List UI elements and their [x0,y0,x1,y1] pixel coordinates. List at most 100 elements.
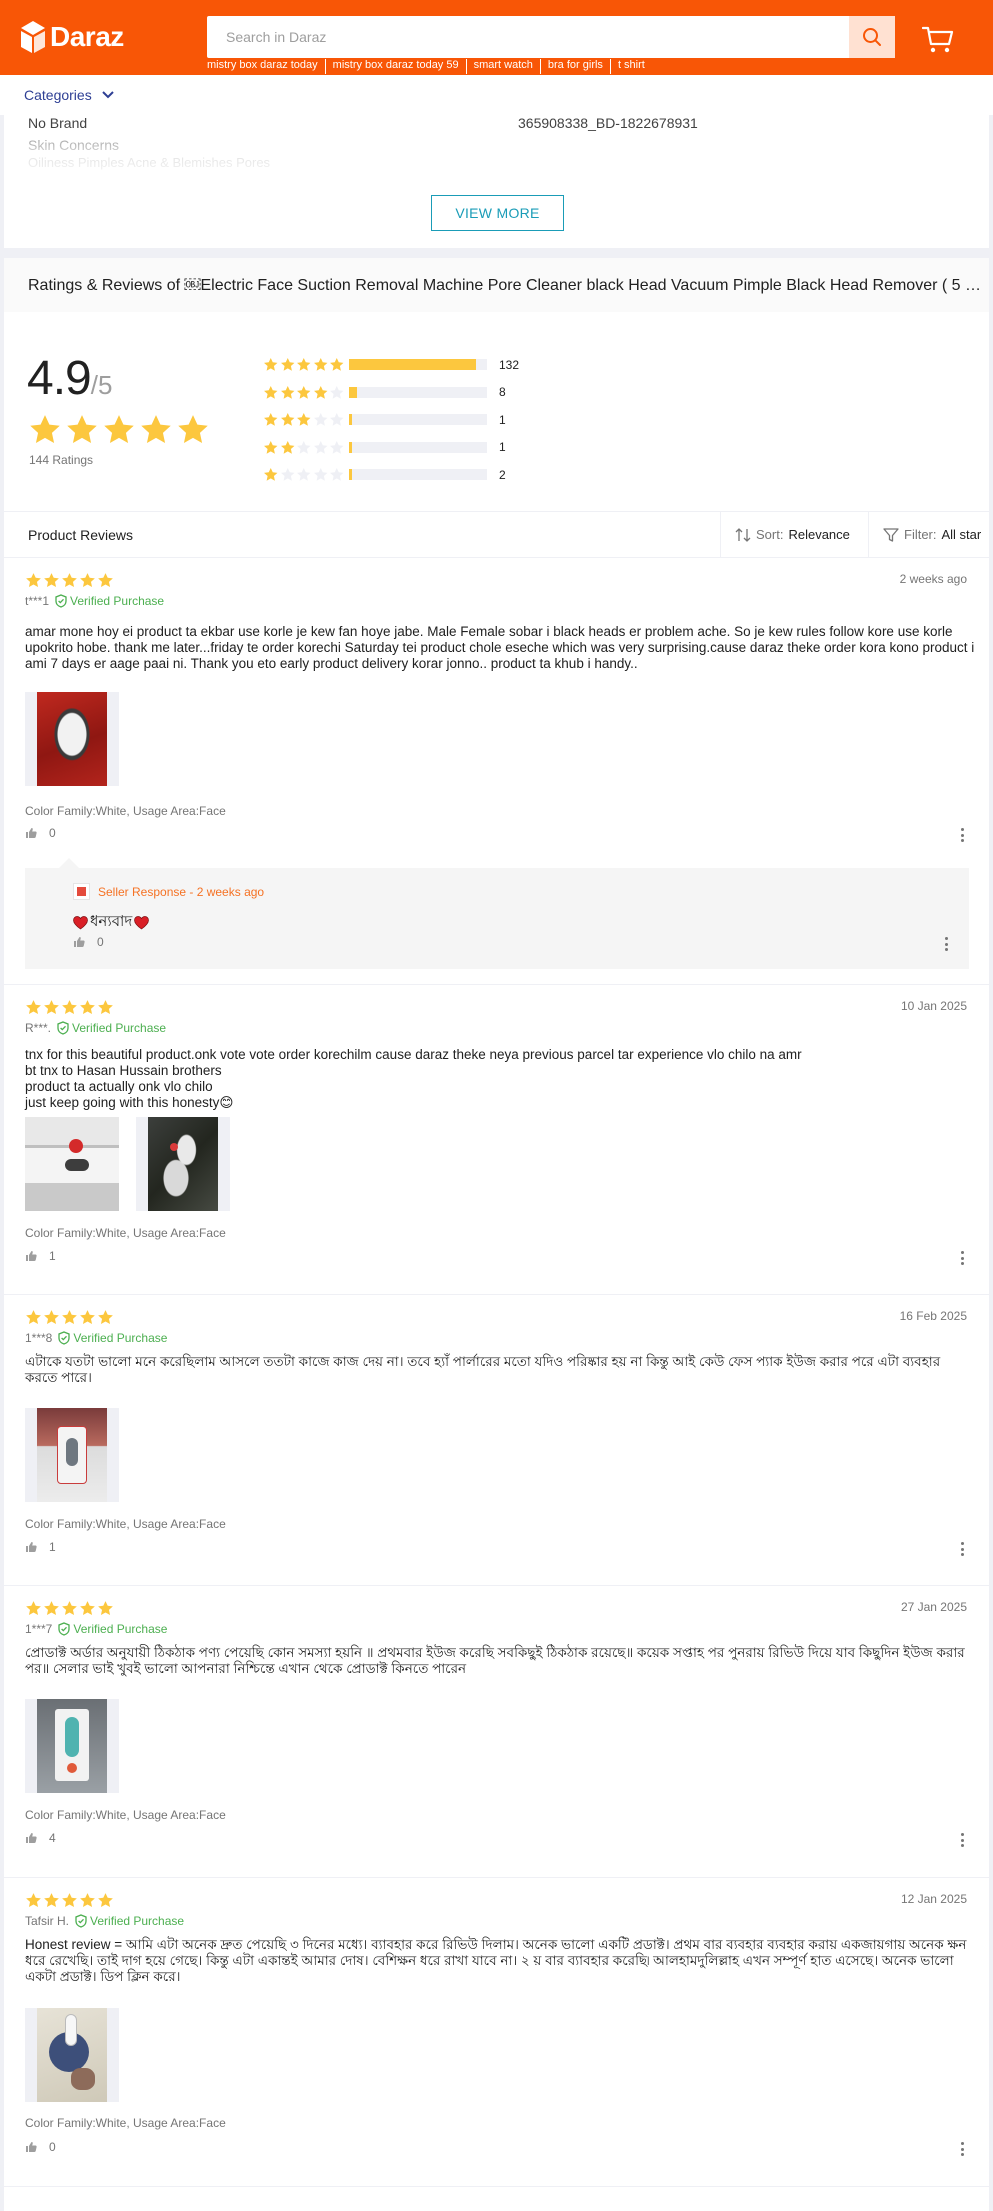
review-author: Tafsir H. [25,1914,70,1928]
average-stars [28,413,210,447]
more-options-icon[interactable] [959,1542,965,1556]
spec-brand-value: No Brand [28,115,88,131]
suggestion-link[interactable]: bra for girls [539,59,610,74]
review-stars [25,999,114,1016]
daraz-logo[interactable]: Daraz [20,20,124,54]
rating-distribution-row: 132 [263,351,519,379]
star-filled-icon [44,1310,59,1325]
review-image[interactable] [25,1699,119,1793]
categories-dropdown[interactable]: Categories [24,87,114,103]
thumbs-up-icon [26,1833,37,1843]
seller-response-header: Seller Response - 2 weeks ago [73,883,264,900]
star-filled-icon [62,1893,77,1908]
rating-distribution-row: 2 [263,461,519,489]
suggestion-link[interactable]: smart watch [465,59,540,74]
review-image[interactable] [25,692,119,786]
like-button[interactable]: 0 [25,826,56,840]
review-date: 16 Feb 2025 [899,1309,967,1323]
distribution-bar [349,441,487,453]
star-filled-icon [297,385,311,399]
cart-icon[interactable] [922,26,954,54]
star-filled-icon [26,1601,41,1616]
review-author: t***1 [25,594,50,608]
distribution-bar-fill [349,469,352,481]
seller-response-message: ধন্যবাদ [73,910,150,935]
star-filled-icon [297,357,311,371]
distribution-bar-fill [349,386,357,398]
star-empty-icon [330,440,344,454]
review-date: 27 Jan 2025 [900,1600,967,1614]
thumbs-up-icon [26,828,37,838]
more-options-icon[interactable] [959,1251,965,1265]
more-options-icon[interactable] [959,1833,965,1847]
distribution-stars [263,385,347,401]
star-filled-icon [80,1601,95,1616]
distribution-stars [263,412,347,428]
heart-icon [134,915,150,929]
distribution-count: 132 [499,357,520,372]
seller-response-text: ধন্যবাদ [90,913,133,930]
star-filled-icon [26,1000,41,1015]
distribution-bar [349,386,487,398]
more-options-icon[interactable] [959,2142,965,2156]
suggestion-link[interactable]: mistry box daraz today [207,59,325,74]
like-button[interactable]: 1 [25,1249,56,1263]
star-filled-icon [26,1310,41,1325]
distribution-bar [349,469,487,481]
review-item: 12 Jan 2025 Tafsir H. Verified Purchase … [4,1878,989,2187]
like-button[interactable]: 1 [25,1540,56,1554]
distribution-count: 1 [499,412,506,427]
verified-purchase-badge: Verified Purchase [57,1021,166,1035]
suggestion-link[interactable]: t shirt [609,59,652,74]
review-date: 2 weeks ago [899,572,967,586]
verified-purchase-badge: Verified Purchase [75,1914,184,1928]
like-count: 1 [49,1249,56,1263]
search-button[interactable] [849,16,895,58]
star-filled-icon [264,357,278,371]
filter-label: Filter: [904,527,937,542]
star-filled-icon [80,1893,95,1908]
star-empty-icon [330,467,344,481]
product-reviews-label: Product Reviews [28,527,134,543]
seller-response-pointer [59,858,79,868]
seller-response: Seller Response - 2 weeks ago ধন্যবাদ 0 [25,858,969,969]
star-filled-icon [280,357,294,371]
like-button[interactable]: 4 [25,1831,56,1845]
review-image[interactable] [25,2008,119,2102]
suggestion-link[interactable]: mistry box daraz today 59 [324,59,466,74]
distribution-count: 8 [499,385,506,400]
category-bar: Categories [0,75,993,115]
like-button[interactable]: 0 [25,2140,56,2154]
filter-icon [883,527,899,542]
verified-purchase-badge: Verified Purchase [58,1622,167,1636]
star-filled-icon [44,1601,59,1616]
star-empty-icon [313,440,327,454]
review-author-row: Tafsir H. Verified Purchase [25,1914,184,1928]
site-header: Daraz mistry box daraz today mistry box … [0,0,993,75]
search-input[interactable] [207,16,849,58]
view-more-button[interactable]: VIEW MORE [431,195,564,231]
star-filled-icon [297,412,311,426]
verified-purchase-label: Verified Purchase [73,1622,168,1636]
star-filled-icon [44,1000,59,1015]
seller-like-button[interactable]: 0 [73,935,104,949]
seller-avatar [73,883,90,900]
search-bar [207,16,895,58]
average-rating-value: 4.9 [27,352,92,405]
ratings-title: Ratings & Reviews of ￼Electric Face Suct… [4,258,989,312]
sort-dropdown[interactable]: Sort: Relevance [720,512,868,557]
review-image[interactable] [25,1408,119,1502]
star-empty-icon [313,412,327,426]
review-image[interactable] [25,1117,119,1211]
more-options-icon[interactable] [943,937,949,951]
star-filled-icon [62,1601,77,1616]
more-options-icon[interactable] [959,828,965,842]
review-date: 12 Jan 2025 [900,1892,967,1906]
star-filled-icon [313,385,327,399]
filter-dropdown[interactable]: Filter: All star [868,512,989,557]
review-image[interactable] [136,1117,230,1211]
star-filled-icon [80,1000,95,1015]
review-author-row: 1***7 Verified Purchase [25,1622,167,1636]
verified-purchase-label: Verified Purchase [73,1331,168,1345]
star-filled-icon [98,1893,113,1908]
